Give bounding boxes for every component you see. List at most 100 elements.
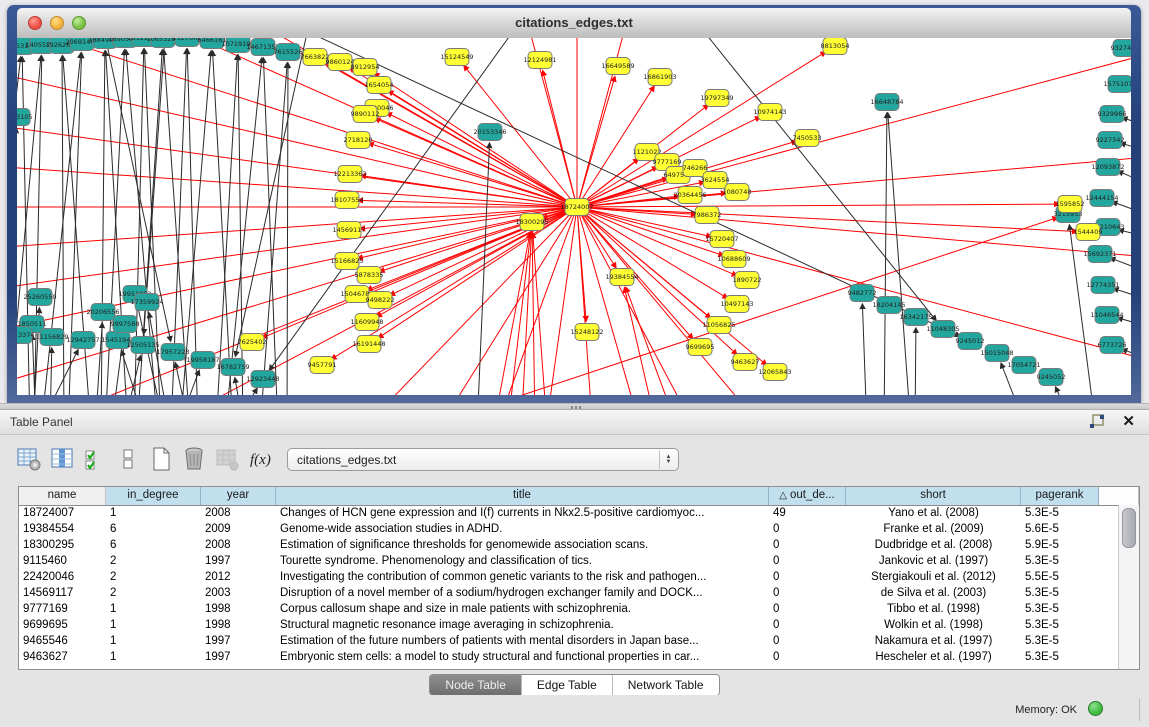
graph-node[interactable]: 1890722 — [733, 272, 762, 289]
graph-node[interactable]: 11156829 — [35, 329, 68, 346]
graph-node[interactable]: 9482772 — [848, 285, 877, 302]
graph-node[interactable]: 12093872 — [1091, 159, 1124, 176]
graph-node[interactable]: 19958187 — [186, 352, 219, 369]
black-edge[interactable] — [213, 51, 233, 395]
graph-node[interactable]: 11048305 — [926, 321, 959, 338]
red-edge[interactable] — [17, 207, 577, 395]
table-row[interactable]: 1830029562008Estimation of significance … — [19, 537, 1119, 553]
graph-node[interactable]: 9245052 — [1037, 369, 1066, 386]
graph-node[interactable]: 18300295 — [515, 214, 548, 231]
graph-node[interactable]: 10497143 — [720, 296, 753, 313]
graph-node[interactable]: 12942757 — [66, 332, 99, 349]
graph-node[interactable]: 9329966 — [1098, 106, 1127, 123]
black-edge[interactable] — [915, 328, 916, 395]
graph-node[interactable]: 9699695 — [686, 339, 715, 356]
column-header-year[interactable]: year — [201, 487, 276, 505]
graph-node[interactable]: 12444154 — [1085, 190, 1118, 207]
graph-node[interactable]: 12923448 — [246, 371, 279, 388]
red-edge[interactable] — [369, 143, 577, 207]
function-builder-icon[interactable]: f(x) — [245, 444, 275, 474]
column-header-name[interactable]: name — [19, 487, 106, 505]
graph-node[interactable]: 2718120 — [344, 132, 373, 149]
black-edge[interactable] — [22, 57, 30, 395]
red-edge[interactable] — [378, 207, 577, 338]
red-edge[interactable] — [577, 38, 991, 207]
black-edge[interactable] — [1110, 258, 1131, 275]
delete-table-icon[interactable] — [179, 444, 209, 474]
red-edge[interactable] — [17, 207, 577, 395]
table-settings-icon[interactable] — [14, 444, 44, 474]
black-edge[interactable] — [187, 49, 198, 395]
graph-node[interactable]: 9227342 — [1096, 132, 1125, 149]
black-edge[interactable] — [884, 113, 887, 395]
graph-node[interactable]: 20364456 — [673, 187, 706, 204]
table-row[interactable]: 946554611997Estimation of the future num… — [19, 633, 1119, 649]
graph-node[interactable]: 16782759 — [216, 359, 249, 376]
red-edge[interactable] — [577, 204, 1059, 207]
black-edge[interactable] — [1118, 318, 1131, 330]
graph-node[interactable]: 9498222 — [366, 292, 395, 309]
graph-node[interactable]: 7615526 — [274, 44, 303, 61]
column-header-out_de[interactable]: △out_de... — [769, 487, 846, 505]
tab-node-table[interactable]: Node Table — [430, 675, 521, 695]
graph-node[interactable]: 2053105 — [17, 109, 32, 126]
black-edge[interactable] — [1113, 288, 1131, 303]
table-row[interactable]: 911546021997Tourette syndrome. Phenomeno… — [19, 553, 1119, 569]
graph-node[interactable]: 1544409 — [1074, 224, 1103, 241]
graph-node[interactable]: 15248122 — [570, 324, 603, 341]
scrollbar-thumb[interactable] — [1122, 508, 1136, 548]
red-edge[interactable] — [626, 287, 679, 395]
black-edge[interactable] — [888, 113, 911, 395]
graph-node[interactable]: 15751074 — [1103, 76, 1131, 93]
graph-node[interactable]: 12774351 — [1086, 277, 1119, 294]
table-row[interactable]: 1872400712008Changes of HCN gene express… — [19, 505, 1119, 521]
graph-node[interactable]: 10688609 — [717, 251, 750, 268]
new-table-icon[interactable] — [146, 444, 176, 474]
select-columns-icon[interactable] — [47, 444, 77, 474]
graph-node[interactable]: 12124981 — [523, 52, 556, 69]
graph-node[interactable]: 1654054 — [365, 77, 394, 94]
graph-node[interactable]: 12065843 — [758, 364, 791, 381]
graph-node[interactable]: 9463627 — [731, 354, 760, 371]
black-edge[interactable] — [1056, 387, 1075, 395]
graph-node[interactable]: 12505135 — [126, 337, 159, 354]
graph-node[interactable]: 18204145 — [872, 297, 905, 314]
graph-node[interactable]: 18107554 — [330, 192, 363, 209]
close-icon[interactable]: ✕ — [1122, 412, 1135, 430]
graph-node[interactable]: 9327414 — [1111, 40, 1131, 57]
black-edge[interactable] — [1112, 202, 1131, 218]
graph-node[interactable]: 8813054 — [821, 38, 850, 55]
graph-node[interactable]: 9997588 — [111, 316, 140, 333]
panel-splitter[interactable] — [0, 403, 1149, 410]
red-edge[interactable] — [533, 233, 547, 395]
black-edge[interactable] — [1119, 230, 1131, 241]
splitter-grip-icon[interactable] — [571, 406, 581, 409]
window-titlebar[interactable]: citations_edges.txt — [17, 8, 1131, 39]
graph-node[interactable]: 10974143 — [753, 104, 786, 121]
graph-node[interactable]: 17957223 — [156, 344, 189, 361]
graph-node[interactable]: 3913374 — [17, 327, 34, 344]
black-edge[interactable] — [17, 57, 21, 395]
graph-hub-node[interactable]: 18724007 — [560, 199, 593, 216]
graph-node[interactable]: 14569117 — [332, 222, 365, 239]
graph-node[interactable]: 9890112 — [351, 106, 380, 123]
graph-node[interactable]: 9457791 — [308, 357, 337, 374]
red-edge[interactable] — [17, 207, 577, 395]
graph-node[interactable]: 5878335 — [355, 267, 384, 284]
red-edge[interactable] — [17, 207, 577, 395]
graph-node[interactable]: 17054721 — [1007, 357, 1040, 374]
black-edge[interactable] — [177, 370, 199, 395]
red-edge[interactable] — [521, 233, 531, 395]
column-header-short[interactable]: short — [846, 487, 1021, 505]
graph-node[interactable]: 17359924 — [130, 294, 163, 311]
red-edge[interactable] — [543, 71, 577, 207]
graph-node[interactable]: 16191448 — [352, 336, 385, 353]
graph-node[interactable]: 15124549 — [440, 49, 473, 66]
red-edge[interactable] — [17, 207, 577, 395]
red-edge[interactable] — [388, 91, 577, 207]
red-edge[interactable] — [577, 207, 689, 395]
graph-node[interactable]: 15015048 — [980, 345, 1013, 362]
red-edge[interactable] — [17, 207, 577, 395]
unselect-all-icon[interactable] — [113, 444, 143, 474]
black-edge[interactable] — [175, 363, 190, 395]
